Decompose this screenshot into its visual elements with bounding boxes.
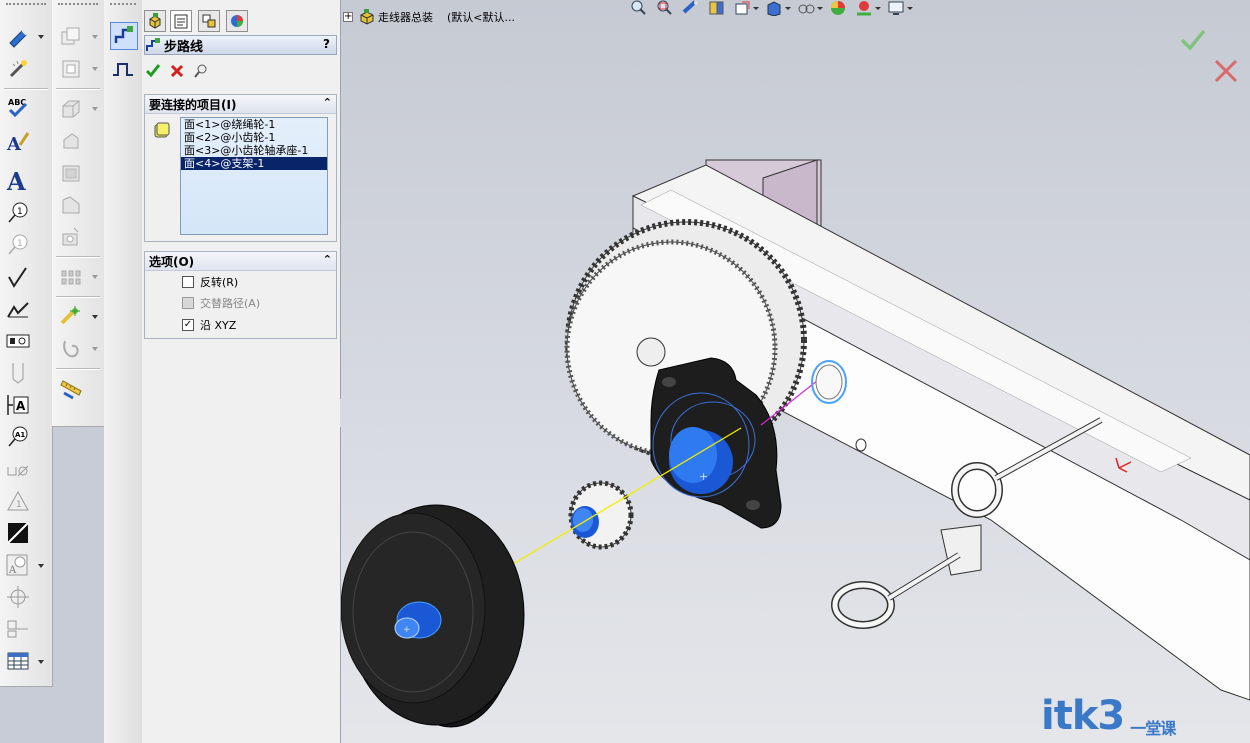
svg-text:A: A xyxy=(16,399,26,413)
format-painter-icon[interactable]: A xyxy=(5,128,31,154)
route-through-icon[interactable] xyxy=(110,22,138,50)
weld-symbol-icon[interactable] xyxy=(5,296,31,322)
annotation-toolbar: ABC A A 1 1 A A1 1 A xyxy=(0,0,53,687)
surface-finish-icon[interactable] xyxy=(5,264,31,290)
hole-wizard-icon[interactable] xyxy=(58,224,84,250)
property-manager-icon xyxy=(174,14,188,29)
configuration-manager-icon xyxy=(202,14,216,28)
spell-check-icon[interactable]: ABC xyxy=(5,94,31,120)
watermark-brand: itk3 xyxy=(1041,693,1125,739)
hole-callout-icon[interactable] xyxy=(5,328,31,354)
feature-toolbar xyxy=(52,0,105,427)
svg-text:+: + xyxy=(403,625,411,635)
datum-target-symbol-icon[interactable] xyxy=(5,616,31,642)
list-item[interactable]: 面<2>@小齿轮-1 xyxy=(181,131,327,144)
list-item[interactable]: 面<3>@小齿轮轴承座-1 xyxy=(181,144,327,157)
collapse-chevron-icon[interactable]: ⌃ xyxy=(323,253,332,266)
route-through-icon xyxy=(146,38,160,51)
alternate-path-label: 交替路径(A) xyxy=(200,297,261,310)
auto-balloon-icon[interactable]: 1 xyxy=(5,232,31,258)
pushpin-icon[interactable] xyxy=(192,62,210,80)
checkbox-box xyxy=(182,297,194,309)
area-hatch-icon[interactable] xyxy=(5,520,31,546)
watermark-suffix: 一堂课 xyxy=(1130,719,1176,738)
along-xyz-label: 沿 XYZ xyxy=(200,319,237,332)
toolbar-grip[interactable] xyxy=(58,3,98,8)
linear-pattern-icon[interactable] xyxy=(58,264,84,290)
pm-title-bar: 步路线 ? xyxy=(144,35,337,55)
property-manager: 步路线 ? 要连接的项目(I) ⌃ 面<1>@绕绳轮-1 面<2>@小齿轮-1 … xyxy=(142,0,341,743)
tab-configuration-manager[interactable] xyxy=(198,10,220,32)
table-icon[interactable] xyxy=(5,648,31,674)
datum-target-icon[interactable]: A1 xyxy=(5,424,31,450)
list-item[interactable]: 面<1>@绕绳轮-1 xyxy=(181,118,327,131)
step-route-icon[interactable] xyxy=(110,56,136,82)
blocks-icon[interactable] xyxy=(5,456,31,482)
options-label: 选项(O) xyxy=(149,254,195,269)
copy-entities-icon[interactable] xyxy=(58,24,84,50)
checkbox-box-checked[interactable]: ✓ xyxy=(182,319,194,331)
manager-tabs xyxy=(142,10,340,34)
items-to-connect-label: 要连接的项目(I) xyxy=(149,97,237,112)
tab-feature-manager[interactable] xyxy=(144,10,166,32)
reverse-label: 反转(R) xyxy=(200,276,239,289)
balloon-icon[interactable]: 1 xyxy=(5,200,31,226)
cancel-icon[interactable] xyxy=(168,62,186,80)
revision-symbol-icon[interactable]: 1 xyxy=(5,488,31,514)
options-header[interactable]: 选项(O) ⌃ xyxy=(145,252,336,271)
small-pinion[interactable] xyxy=(568,480,634,550)
offset-entities-icon[interactable] xyxy=(58,56,84,82)
graphics-area[interactable]: + 走线器总装 (默认<默认... + + itk3 一堂课 xyxy=(341,0,1250,743)
svg-text:+: + xyxy=(699,470,708,483)
checkbox-box[interactable] xyxy=(182,276,194,288)
reverse-checkbox[interactable]: 反转(R) xyxy=(182,274,238,290)
toolbar-grip[interactable] xyxy=(110,3,136,8)
svg-text:A: A xyxy=(6,168,26,194)
items-to-connect-header[interactable]: 要连接的项目(I) ⌃ xyxy=(145,95,336,114)
measure-icon[interactable] xyxy=(58,376,84,402)
pm-actions xyxy=(144,60,210,82)
extrude-icon[interactable] xyxy=(58,96,84,122)
centerline-icon[interactable] xyxy=(5,584,31,610)
svg-text:1: 1 xyxy=(17,239,23,249)
svg-text:A: A xyxy=(8,565,17,576)
toolbar-grip[interactable] xyxy=(6,3,46,8)
options-group: 选项(O) ⌃ 反转(R) 交替路径(A) ✓ 沿 XYZ xyxy=(144,251,337,339)
display-manager-icon xyxy=(231,15,243,27)
center-mark-icon[interactable]: A xyxy=(5,552,31,578)
collapse-chevron-icon[interactable]: ⌃ xyxy=(323,96,332,109)
items-to-connect-group: 要连接的项目(I) ⌃ 面<1>@绕绳轮-1 面<2>@小齿轮-1 面<3>@小… xyxy=(144,94,337,242)
tab-display-manager[interactable] xyxy=(226,10,248,32)
geometric-tolerance-icon[interactable] xyxy=(5,360,31,386)
along-xyz-checkbox[interactable]: ✓ 沿 XYZ xyxy=(182,317,236,333)
reference-geometry-icon[interactable] xyxy=(58,304,84,330)
feature-manager-icon xyxy=(149,13,161,29)
face-selection-icon xyxy=(154,122,170,138)
datum-feature-icon[interactable]: A xyxy=(5,392,31,418)
svg-text:A1: A1 xyxy=(15,431,25,439)
help-button[interactable]: ? xyxy=(323,37,330,51)
svg-text:1: 1 xyxy=(17,207,23,217)
revolve-icon[interactable] xyxy=(58,128,84,154)
connect-items-list[interactable]: 面<1>@绕绳轮-1 面<2>@小齿轮-1 面<3>@小齿轮轴承座-1 面<4>… xyxy=(180,117,328,235)
smart-dimension-icon[interactable] xyxy=(5,24,31,50)
tab-property-manager[interactable] xyxy=(170,10,192,32)
pm-title: 步路线 xyxy=(164,39,204,55)
rope-drum[interactable]: + xyxy=(341,504,525,728)
shell-icon[interactable] xyxy=(58,160,84,186)
draft-icon[interactable] xyxy=(58,192,84,218)
list-item-selected[interactable]: 面<4>@支架-1 xyxy=(181,157,327,170)
model-items-icon[interactable] xyxy=(5,56,31,82)
svg-text:1: 1 xyxy=(16,500,22,510)
curves-icon[interactable] xyxy=(58,336,84,362)
assembly-model[interactable]: + + xyxy=(341,0,1250,743)
ok-icon[interactable] xyxy=(144,62,162,80)
routing-toolbar xyxy=(104,0,143,743)
alternate-path-checkbox: 交替路径(A) xyxy=(182,295,260,311)
note-icon[interactable]: A xyxy=(5,168,31,194)
watermark: itk3 一堂课 xyxy=(1041,693,1176,739)
